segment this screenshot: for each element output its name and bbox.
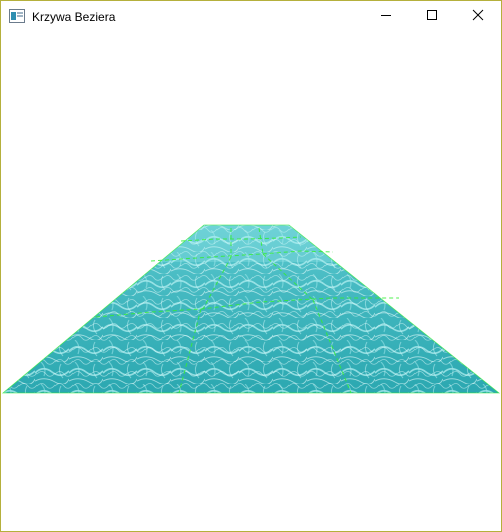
window-title: Krzywa Beziera [32, 10, 116, 24]
close-button[interactable] [455, 1, 501, 32]
window-app-icon[interactable] [9, 9, 25, 23]
minimize-icon [380, 8, 392, 26]
minimize-button[interactable] [363, 1, 409, 32]
close-icon [472, 8, 484, 26]
title-bar[interactable]: Krzywa Beziera [1, 1, 501, 32]
app-window: Krzywa Beziera [0, 0, 502, 532]
water-surface-scene [1, 224, 501, 394]
maximize-button[interactable] [409, 1, 455, 32]
maximize-icon [426, 8, 438, 26]
render-viewport[interactable] [1, 32, 501, 531]
water-texture [3, 225, 499, 393]
